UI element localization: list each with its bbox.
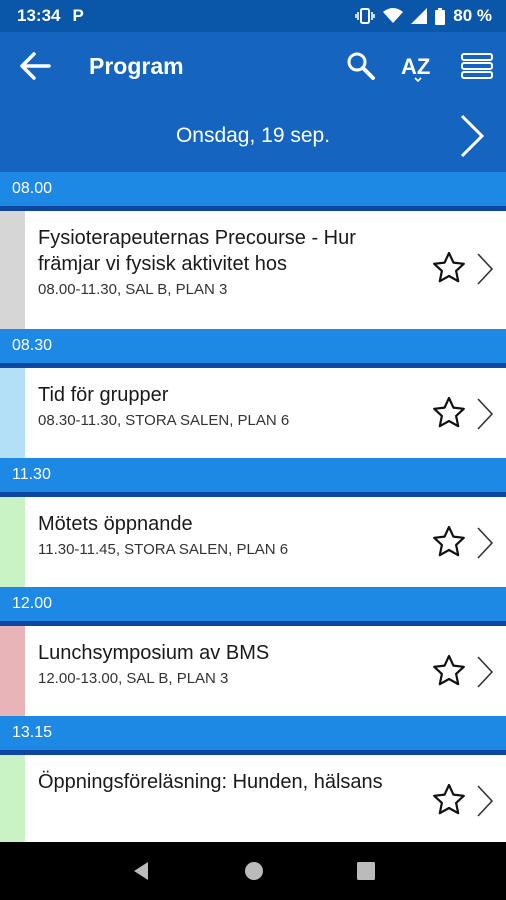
time-section-header: 11.30 <box>0 458 506 497</box>
search-icon <box>347 52 375 80</box>
sort-az-icon: AZ <box>401 54 430 82</box>
chevron-right-icon <box>477 527 494 559</box>
favorite-star-icon[interactable] <box>432 525 466 559</box>
page-title: Program <box>89 52 184 79</box>
chevron-right-icon <box>477 398 494 430</box>
app-toolbar: Program AZ <box>0 32 506 100</box>
program-item[interactable]: Tid för grupper 08.30-11.30, STORA SALEN… <box>0 368 506 458</box>
nav-recents-icon[interactable] <box>356 861 376 881</box>
battery-icon <box>435 7 446 25</box>
signal-icon <box>411 8 428 24</box>
program-list: 08.00 Fysioterapeuternas Precourse - Hur… <box>0 172 506 842</box>
favorite-star-icon[interactable] <box>432 251 466 285</box>
parking-app-icon: P <box>72 6 84 25</box>
chevron-right-icon <box>477 785 494 817</box>
category-color-stripe <box>0 368 25 458</box>
sort-az-button[interactable]: AZ <box>390 32 448 100</box>
current-date: Onsdag, 19 sep. <box>175 124 331 147</box>
nav-home-icon[interactable] <box>242 859 266 883</box>
favorite-star-icon[interactable] <box>432 396 466 430</box>
category-color-stripe <box>0 497 25 587</box>
time-section-header: 08.00 <box>0 172 506 211</box>
toolbar-actions: AZ <box>332 32 506 100</box>
date-bar: Onsdag, 19 sep. <box>0 100 506 172</box>
chevron-right-icon <box>477 656 494 688</box>
program-item[interactable]: Fysioterapeuternas Precourse - Hur främj… <box>0 211 506 329</box>
search-button[interactable] <box>332 32 390 100</box>
arrow-left-icon <box>20 52 51 80</box>
status-icons: 80 % <box>355 6 492 26</box>
status-bar: 13:34 P 80 % <box>0 0 506 32</box>
wifi-icon <box>383 8 404 24</box>
program-item[interactable]: Lunchsymposium av BMS 12.00-13.00, SAL B… <box>0 626 506 716</box>
list-view-icon <box>461 53 493 79</box>
menu-button[interactable] <box>448 32 506 100</box>
status-time: 13:34 <box>17 6 61 25</box>
vibrate-icon <box>355 7 376 25</box>
time-section-header: 12.00 <box>0 587 506 626</box>
favorite-star-icon[interactable] <box>432 654 466 688</box>
time-section-header: 13.15 <box>0 716 506 755</box>
category-color-stripe <box>0 755 25 842</box>
battery-percent: 80 % <box>453 6 492 25</box>
program-item[interactable]: Mötets öppnande 11.30-11.45, STORA SALEN… <box>0 497 506 587</box>
category-color-stripe <box>0 626 25 716</box>
next-day-chevron-icon[interactable] <box>456 112 488 160</box>
system-navigation-bar <box>0 842 506 900</box>
program-item[interactable]: Öppningsföreläsning: Hunden, hälsans <box>0 755 506 842</box>
program-item-title: Fysioterapeuternas Precourse - Hur främj… <box>38 227 356 275</box>
time-section-header: 08.30 <box>0 329 506 368</box>
nav-back-icon[interactable] <box>130 860 152 882</box>
svg-text:AZ: AZ <box>401 54 430 79</box>
favorite-star-icon[interactable] <box>432 783 466 817</box>
category-color-stripe <box>0 211 25 329</box>
chevron-right-icon <box>477 253 494 285</box>
back-button[interactable] <box>0 32 70 100</box>
